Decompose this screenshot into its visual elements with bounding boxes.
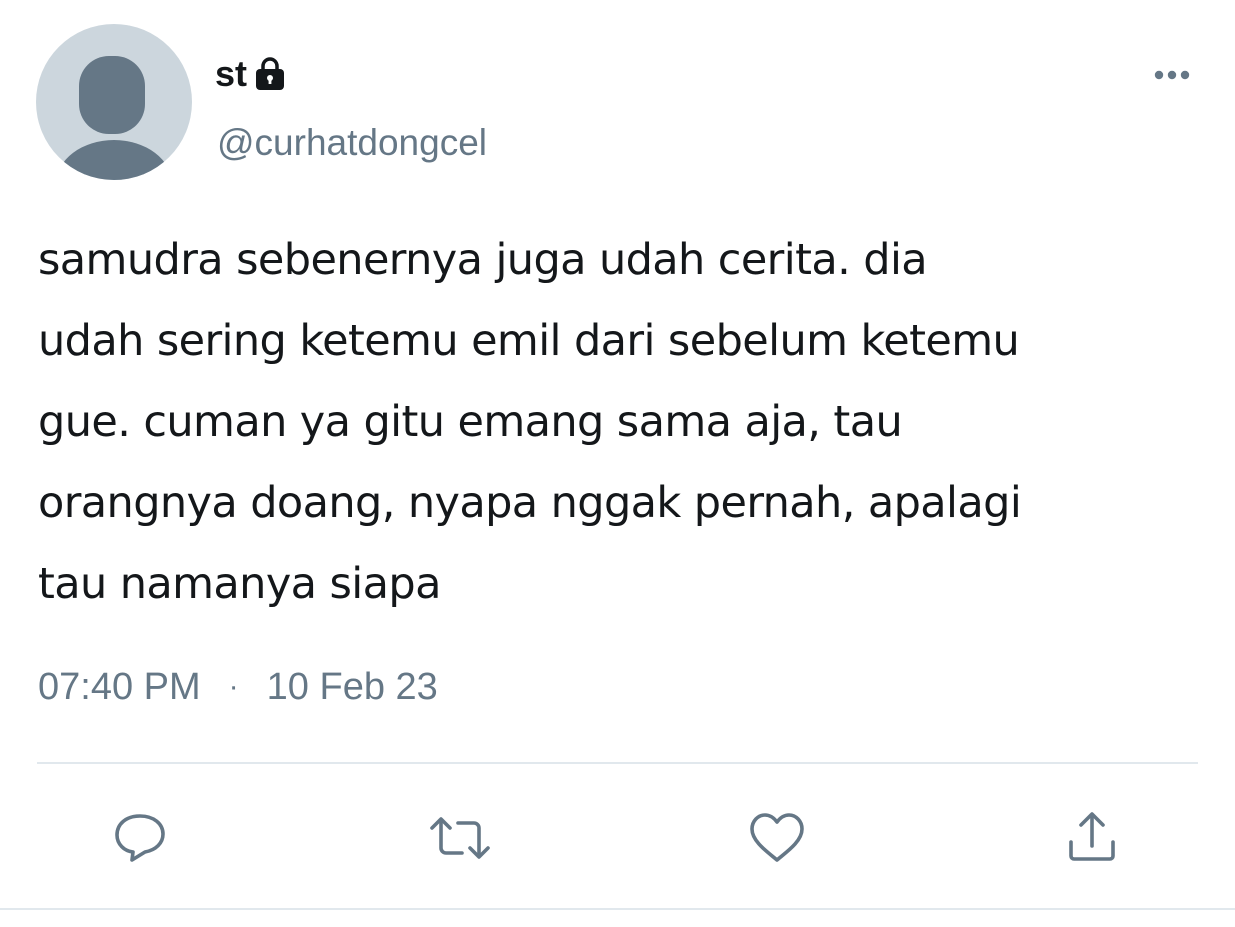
lock-icon xyxy=(256,57,285,90)
bottom-divider xyxy=(0,908,1235,910)
default-avatar-icon xyxy=(56,56,172,180)
user-display-name[interactable]: st xyxy=(215,52,289,96)
avatar[interactable] xyxy=(36,24,192,180)
tweet-time: 07:40 PM xyxy=(38,666,201,708)
display-name-text: st xyxy=(215,53,248,94)
heart-icon xyxy=(750,813,804,862)
tweet-timestamp[interactable]: 07:40 PM · 10 Feb 23 xyxy=(38,664,438,710)
share-icon xyxy=(1069,812,1115,861)
user-handle[interactable]: @curhatdongcel xyxy=(217,120,487,166)
retweet-icon xyxy=(430,817,490,859)
reply-icon xyxy=(115,814,165,862)
divider xyxy=(37,762,1198,764)
share-button[interactable] xyxy=(1063,808,1123,868)
reply-button[interactable] xyxy=(110,808,170,868)
tweet-date: 10 Feb 23 xyxy=(266,666,438,708)
retweet-button[interactable] xyxy=(428,808,490,868)
tweet-text: samudra sebenernya juga udah cerita. dia… xyxy=(38,235,1022,609)
more-options-icon xyxy=(1154,70,1190,80)
more-options-button[interactable] xyxy=(1150,60,1194,90)
like-button[interactable] xyxy=(747,808,807,868)
meta-separator: · xyxy=(228,670,239,703)
